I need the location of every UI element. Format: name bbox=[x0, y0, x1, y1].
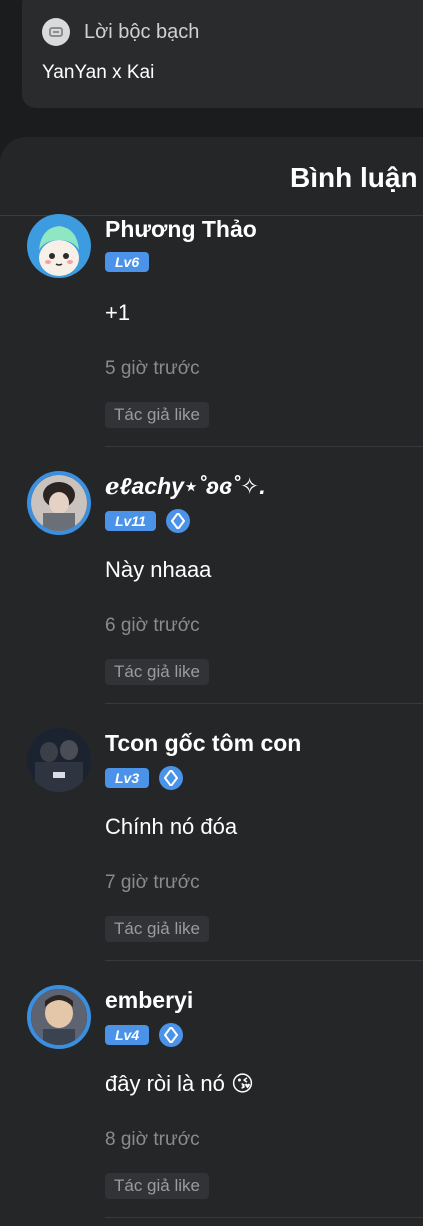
avatar[interactable] bbox=[27, 471, 91, 535]
comment-divider bbox=[105, 446, 423, 447]
author-like-badge: Tác giả like bbox=[105, 659, 209, 685]
avatar[interactable] bbox=[27, 728, 91, 792]
comment-divider bbox=[105, 960, 423, 961]
timestamp: 5 giờ trước bbox=[105, 358, 200, 379]
chat-bubble-icon bbox=[42, 18, 70, 46]
username[interactable]: Tcon gốc tôm con bbox=[105, 730, 301, 757]
username[interactable]: emberyi bbox=[105, 987, 193, 1014]
vip-gem-icon bbox=[159, 766, 184, 790]
category-label: Lời bộc bạch bbox=[84, 20, 200, 43]
comment-text: Này nhaaa bbox=[105, 557, 212, 582]
timestamp: 6 giờ trước bbox=[105, 615, 200, 636]
comment-text: Chính nó đóa bbox=[105, 814, 238, 839]
username[interactable]: ℯℓachy⋆˚ʚɞ˚✧. bbox=[105, 473, 266, 500]
vip-gem-icon bbox=[165, 509, 190, 533]
avatar[interactable] bbox=[27, 985, 91, 1049]
author-like-badge: Tác giả like bbox=[105, 916, 209, 942]
avatar[interactable] bbox=[27, 214, 91, 278]
author-like-badge: Tác giả like bbox=[105, 402, 209, 428]
level-badge: Lv11 bbox=[105, 511, 156, 531]
timestamp: 8 giờ trước bbox=[105, 1129, 200, 1150]
vip-gem-icon bbox=[159, 1023, 184, 1047]
level-badge: Lv6 bbox=[105, 252, 150, 272]
comments-header: Bình luận bbox=[290, 162, 418, 193]
category-tag[interactable]: Lời bộc bạch bbox=[42, 17, 199, 47]
comment-divider bbox=[105, 703, 423, 704]
comment-text: +1 bbox=[105, 300, 131, 325]
story-title[interactable]: YanYan x Kai bbox=[42, 62, 154, 84]
comment-divider bbox=[105, 1217, 423, 1218]
author-like-badge: Tác giả like bbox=[105, 1173, 209, 1199]
level-badge: Lv3 bbox=[105, 768, 150, 788]
comments-panel: Bình luận bbox=[0, 137, 423, 1226]
comment-text: đây ròi là nó 😘 bbox=[105, 1071, 254, 1096]
username[interactable]: Phương Thảo bbox=[105, 216, 257, 243]
level-badge: Lv4 bbox=[105, 1025, 150, 1045]
timestamp: 7 giờ trước bbox=[105, 872, 200, 893]
